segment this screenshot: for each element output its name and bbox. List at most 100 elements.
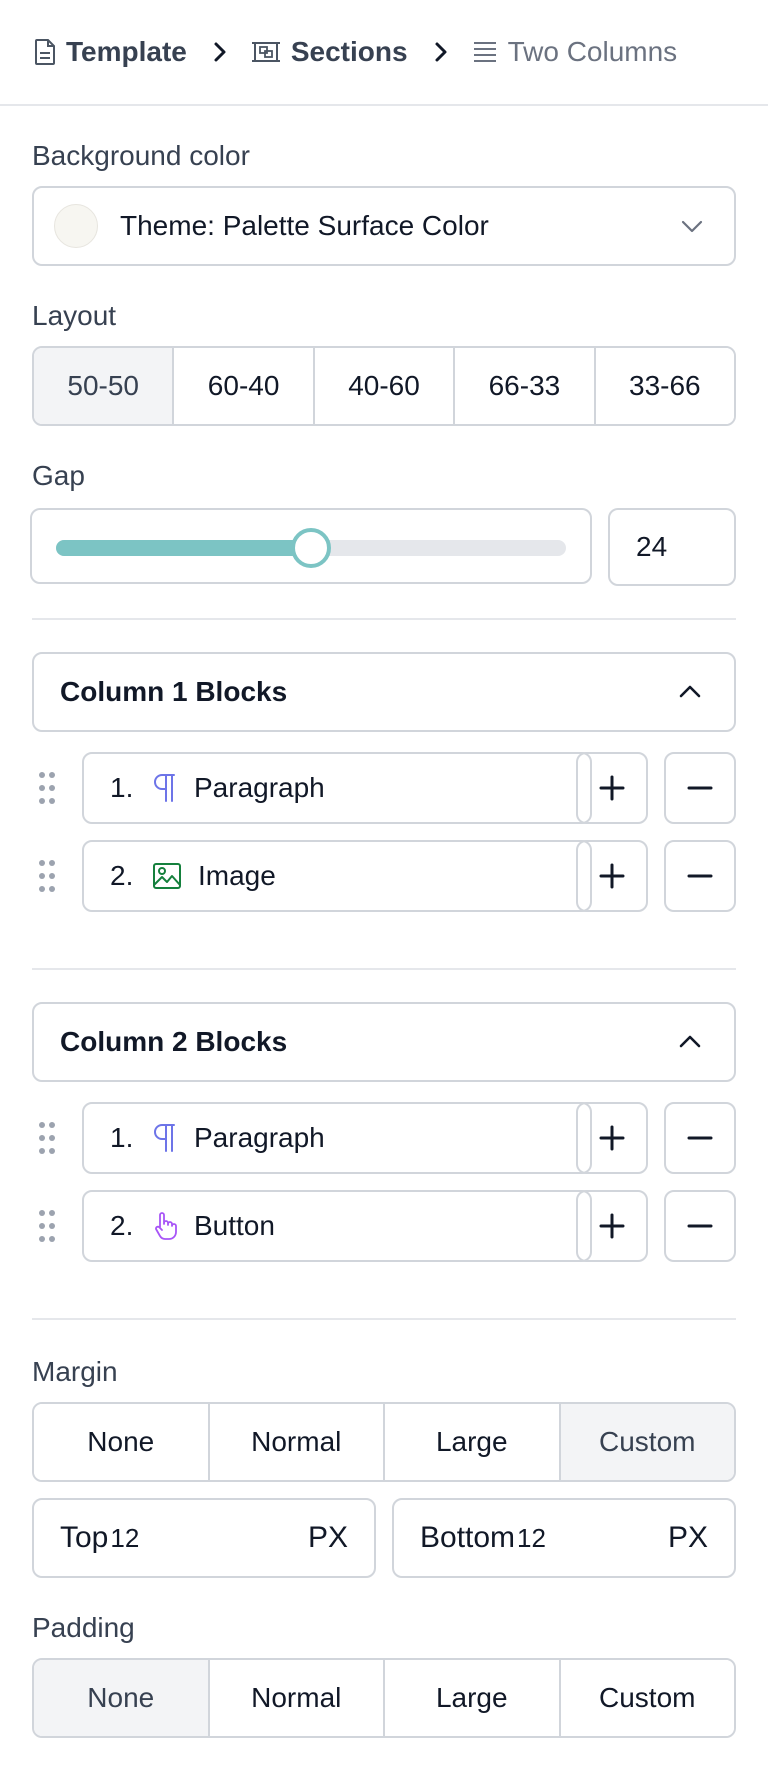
accordion-title: Column 1 Blocks — [60, 676, 288, 707]
padding-option-normal[interactable]: Normal — [209, 1660, 385, 1736]
gap-slider-container — [30, 508, 592, 584]
add-block-button[interactable] — [576, 1102, 648, 1174]
block-name: Image — [198, 860, 276, 891]
block-index: 1. — [110, 772, 134, 803]
sections-icon — [251, 42, 280, 62]
minus-icon — [687, 874, 713, 878]
block-index: 2. — [110, 860, 134, 891]
plus-icon — [599, 1213, 625, 1239]
chevron-up-icon — [679, 685, 701, 698]
margin-selector: None Normal Large Custom — [32, 1402, 736, 1482]
margin-bottom-input[interactable]: Bottom 12 PX — [392, 1498, 736, 1578]
list-item: 1. Paragraph — [32, 1102, 736, 1174]
plus-icon — [599, 775, 625, 801]
background-color-select[interactable]: Theme: Palette Surface Color — [32, 186, 736, 266]
lines-icon — [473, 42, 496, 62]
block-paragraph[interactable]: 1. Paragraph — [82, 752, 592, 824]
layout-option-50-50[interactable]: 50-50 — [34, 348, 175, 424]
column-2-accordion[interactable]: Column 2 Blocks — [32, 1002, 736, 1082]
margin-option-none[interactable]: None — [34, 1404, 210, 1480]
margin-bottom-label: Bottom — [420, 1521, 516, 1554]
layout-selector: 50-50 60-40 40-60 66-33 33-66 — [32, 346, 736, 426]
hand-pointer-icon — [152, 1211, 178, 1241]
layout-label: Layout — [32, 300, 117, 331]
divider — [32, 1318, 736, 1320]
margin-option-normal[interactable]: Normal — [209, 1404, 385, 1480]
margin-option-large[interactable]: Large — [385, 1404, 561, 1480]
padding-option-custom[interactable]: Custom — [560, 1660, 734, 1736]
breadcrumb-two-columns: Two Columns — [472, 36, 678, 68]
chevron-right-icon — [213, 41, 227, 63]
settings-panel: Template Sections Two Columns Background… — [0, 0, 768, 1768]
breadcrumb-label: Sections — [290, 36, 408, 67]
drag-handle-icon[interactable] — [36, 858, 58, 894]
chevron-up-icon — [679, 1035, 701, 1048]
block-image[interactable]: 2. Image — [82, 840, 592, 912]
minus-icon — [687, 1136, 713, 1140]
drag-handle-icon[interactable] — [36, 1120, 58, 1156]
block-index: 1. — [110, 1122, 134, 1153]
divider — [32, 618, 736, 620]
divider — [32, 968, 736, 970]
margin-top-label: Top — [60, 1521, 109, 1554]
breadcrumb-template[interactable]: Template — [34, 36, 187, 68]
block-index: 2. — [110, 1210, 134, 1241]
gap-slider-track[interactable] — [56, 528, 566, 568]
breadcrumb: Template Sections Two Columns — [0, 0, 768, 106]
margin-bottom-value: 12 — [517, 1522, 546, 1553]
padding-selector: None Normal Large Custom — [32, 1658, 736, 1738]
list-item: 2. Button — [32, 1190, 736, 1262]
breadcrumb-label: Template — [66, 36, 187, 67]
gap-slider-thumb[interactable] — [291, 528, 331, 568]
block-name: Button — [194, 1210, 275, 1241]
plus-icon — [599, 863, 625, 889]
breadcrumb-sections[interactable]: Sections — [251, 36, 408, 68]
chevron-down-icon — [681, 220, 703, 233]
margin-top-unit: PX — [307, 1521, 348, 1554]
remove-block-button[interactable] — [664, 840, 736, 912]
layout-option-40-60[interactable]: 40-60 — [314, 348, 456, 424]
margin-top-value: 12 — [110, 1522, 140, 1553]
plus-icon — [599, 1125, 625, 1151]
list-item: 1. Paragraph — [32, 752, 736, 824]
document-icon — [35, 39, 55, 65]
minus-icon — [687, 1224, 713, 1228]
gap-label: Gap — [32, 460, 85, 491]
accordion-title: Column 2 Blocks — [60, 1026, 288, 1057]
list-item: 2. Image — [32, 840, 736, 912]
layout-option-33-66[interactable]: 33-66 — [595, 348, 734, 424]
drag-handle-icon[interactable] — [36, 1208, 58, 1244]
chevron-right-icon — [434, 41, 448, 63]
margin-label: Margin — [32, 1356, 118, 1387]
layout-option-66-33[interactable]: 66-33 — [455, 348, 596, 424]
padding-option-none[interactable]: None — [34, 1660, 210, 1736]
image-icon — [152, 862, 182, 890]
gap-slider-fill — [56, 540, 311, 556]
minus-icon — [687, 786, 713, 790]
drag-handle-icon[interactable] — [36, 770, 58, 806]
column-1-accordion[interactable]: Column 1 Blocks — [32, 652, 736, 732]
block-button[interactable]: 2. Button — [82, 1190, 592, 1262]
layout-option-60-40[interactable]: 60-40 — [174, 348, 315, 424]
margin-bottom-unit: PX — [667, 1521, 708, 1554]
remove-block-button[interactable] — [664, 1102, 736, 1174]
remove-block-button[interactable] — [664, 752, 736, 824]
gap-value-input[interactable]: 24 — [608, 508, 736, 586]
background-color-value: Theme: Palette Surface Color — [120, 210, 489, 241]
block-name: Paragraph — [194, 772, 325, 803]
add-block-button[interactable] — [576, 840, 648, 912]
remove-block-button[interactable] — [664, 1190, 736, 1262]
padding-option-large[interactable]: Large — [385, 1660, 561, 1736]
margin-top-input[interactable]: Top 12 PX — [32, 1498, 376, 1578]
block-name: Paragraph — [194, 1122, 325, 1153]
background-color-label: Background color — [32, 140, 250, 171]
color-swatch — [54, 204, 98, 248]
padding-label: Padding — [32, 1612, 135, 1643]
block-paragraph[interactable]: 1. Paragraph — [82, 1102, 592, 1174]
margin-option-custom[interactable]: Custom — [560, 1404, 734, 1480]
add-block-button[interactable] — [576, 752, 648, 824]
add-block-button[interactable] — [576, 1190, 648, 1262]
paragraph-icon — [152, 1123, 178, 1153]
paragraph-icon — [152, 773, 178, 803]
breadcrumb-label: Two Columns — [507, 36, 678, 67]
